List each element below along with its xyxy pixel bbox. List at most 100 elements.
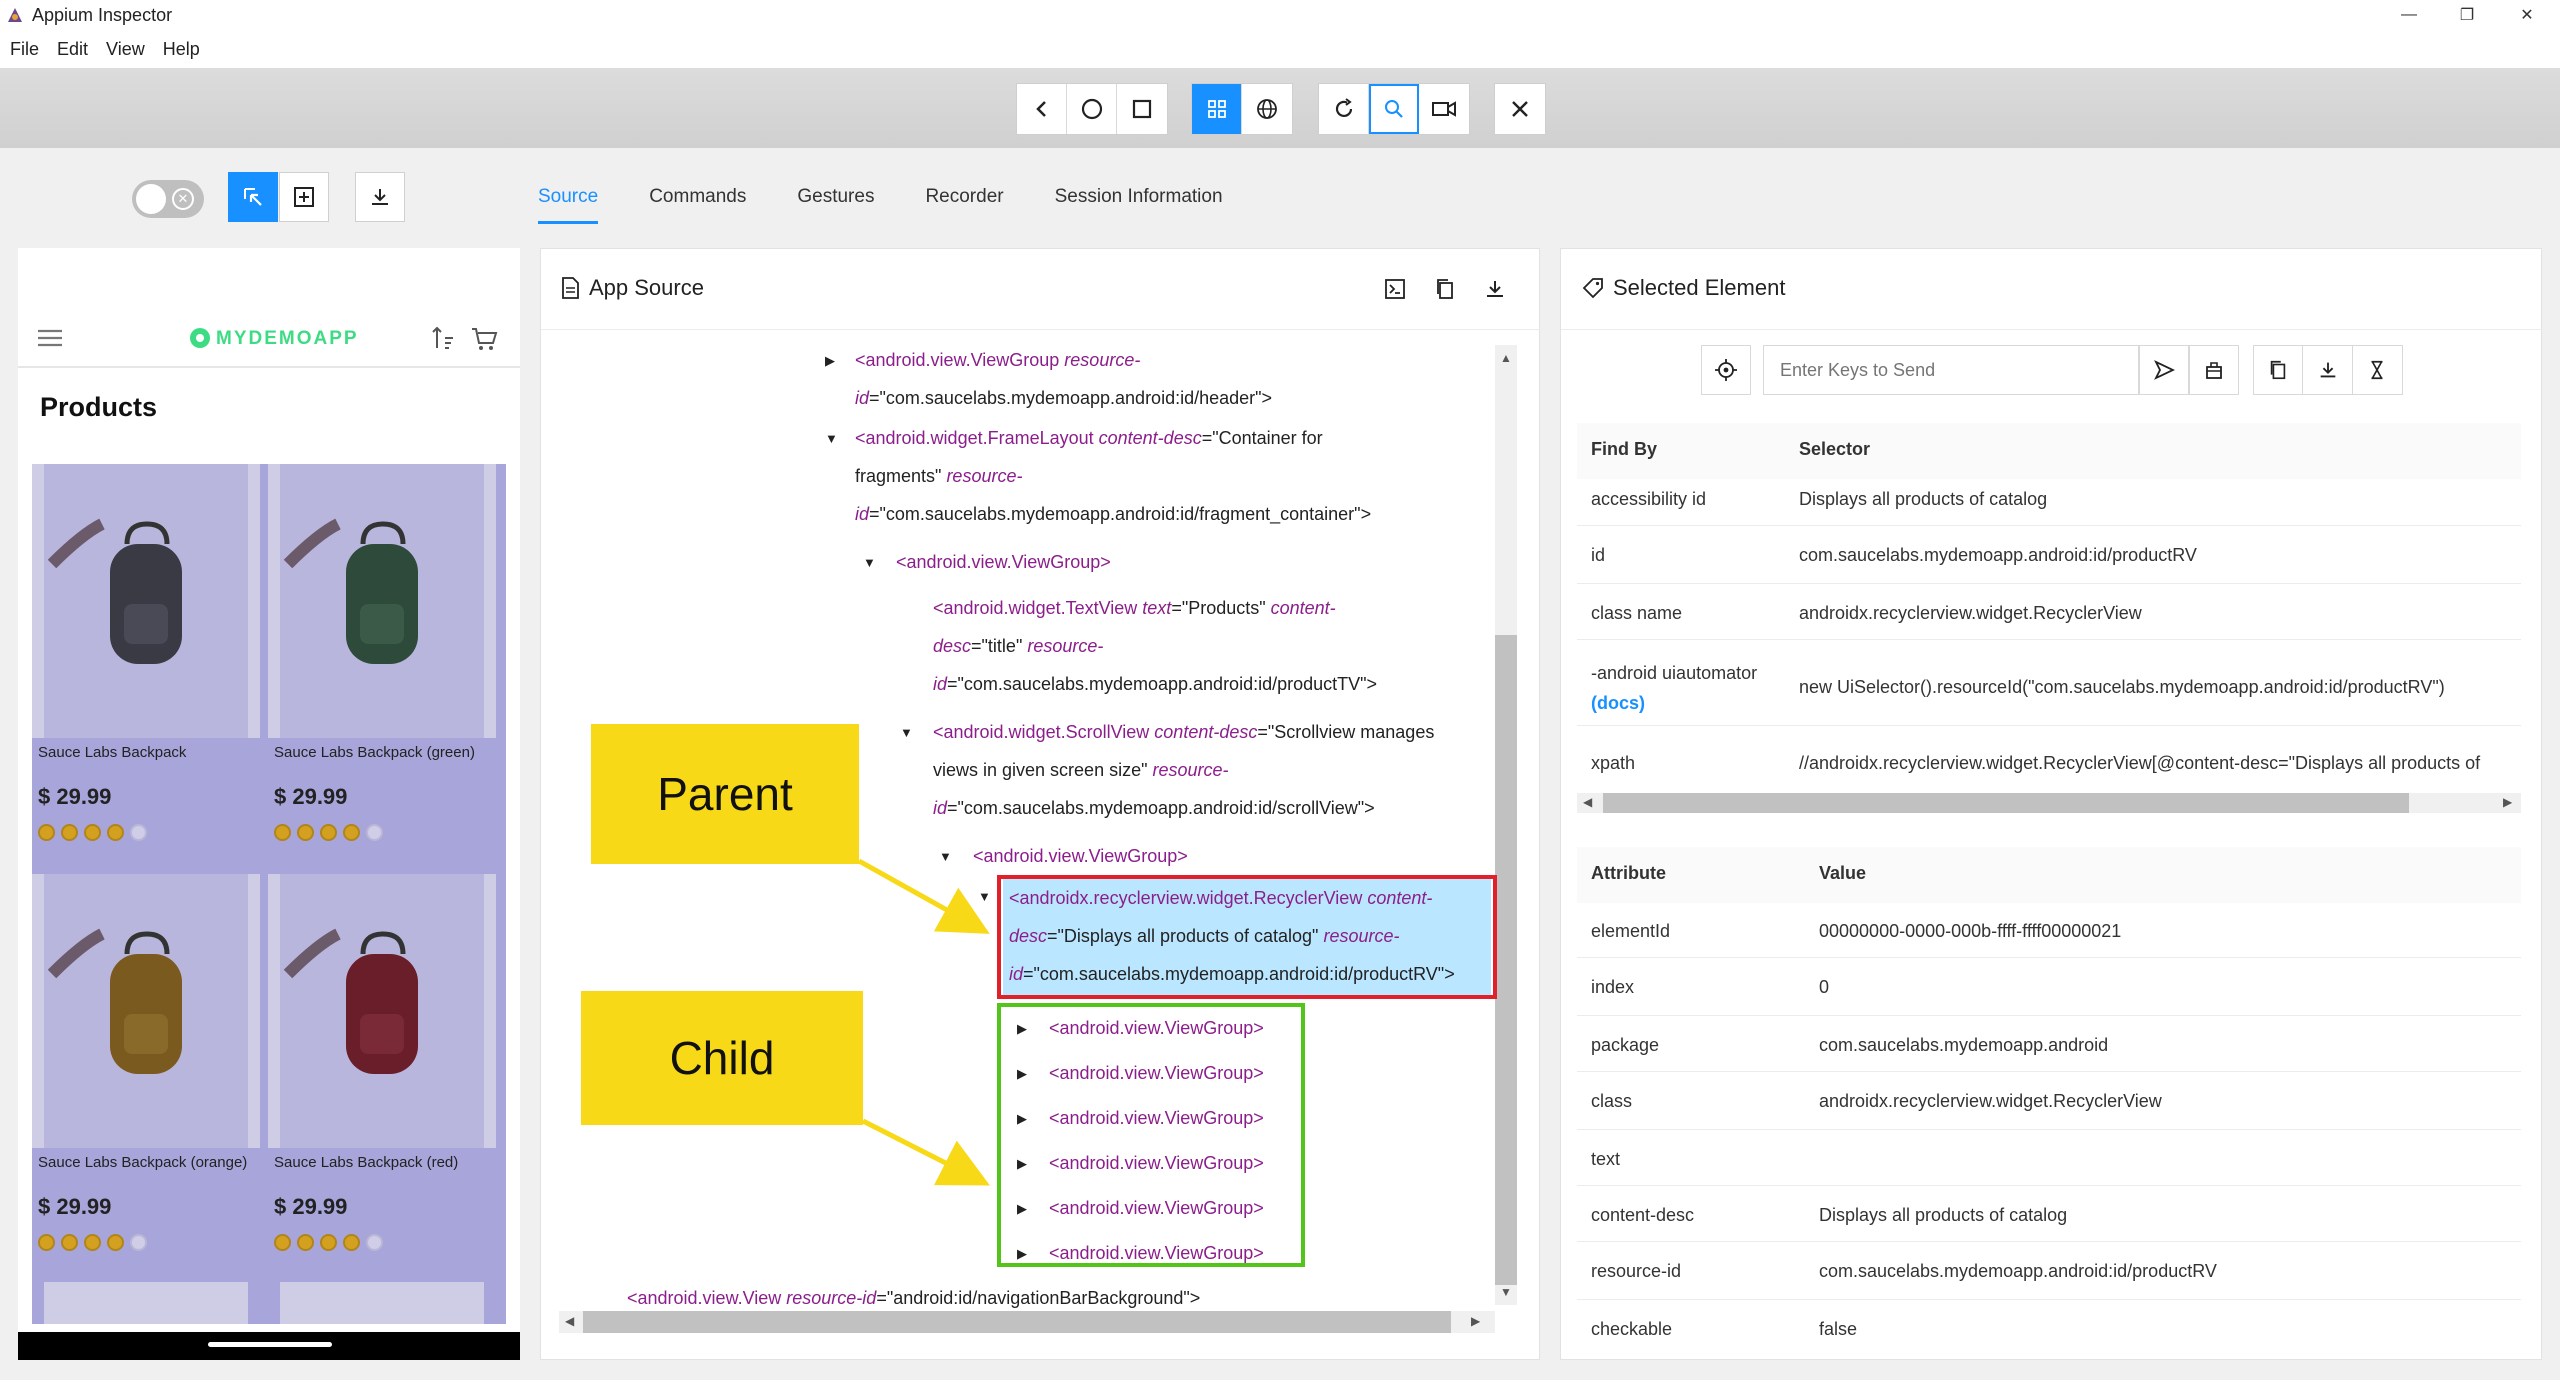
tap-element-button[interactable]	[1701, 345, 1751, 395]
send-keys-input[interactable]	[1763, 345, 2139, 395]
product-rating[interactable]	[274, 824, 389, 841]
selected-element-title: Selected Element	[1613, 275, 1786, 300]
product-card[interactable]: Sauce Labs Backpack (red) $ 29.99	[268, 874, 496, 1274]
menu-view[interactable]: View	[106, 39, 145, 60]
refresh-icon	[1335, 98, 1352, 118]
row-divider	[1577, 1015, 2521, 1016]
maximize-button[interactable]: ❐	[2440, 0, 2494, 30]
refresh-button[interactable]	[1319, 84, 1369, 134]
product-name: Sauce Labs Backpack	[38, 744, 187, 761]
product-grid-highlight[interactable]: Sauce Labs Backpack $ 29.99 Sauce Labs B…	[32, 464, 506, 1324]
record-button[interactable]	[1419, 84, 1469, 134]
android-nav-bar	[18, 1332, 520, 1360]
tab-recorder[interactable]: Recorder	[925, 176, 1003, 226]
timing-button[interactable]	[2353, 346, 2402, 394]
product-card[interactable]: Sauce Labs Backpack (orange) $ 29.99	[32, 874, 260, 1274]
product-card-partial	[44, 1282, 272, 1324]
tab-commands[interactable]: Commands	[649, 176, 746, 226]
sort-icon[interactable]	[430, 324, 456, 352]
send-keys-button[interactable]	[2139, 345, 2189, 395]
find-by-scroll-thumb[interactable]	[1603, 793, 2409, 813]
star-icon[interactable]	[84, 1234, 101, 1251]
product-name: Sauce Labs Backpack (red)	[274, 1154, 459, 1171]
star-icon[interactable]	[343, 824, 360, 841]
product-rating[interactable]	[274, 1234, 389, 1251]
cart-icon[interactable]	[470, 326, 498, 352]
back-button[interactable]	[1017, 84, 1067, 134]
minimize-button[interactable]: —	[2382, 0, 2436, 30]
star-icon[interactable]	[38, 1234, 55, 1251]
native-mode-button[interactable]	[1192, 84, 1242, 134]
find-row-xpath[interactable]: xpath//androidx.recyclerview.widget.Recy…	[1561, 753, 2521, 779]
show-attributes-toggle[interactable]: ✕	[132, 180, 204, 218]
find-by-scrollbar[interactable]: ◀ ▶	[1577, 793, 2521, 813]
download-screenshot-button[interactable]	[355, 172, 405, 222]
star-icon[interactable]	[274, 824, 291, 841]
star-icon[interactable]	[107, 824, 124, 841]
native-mode-icon	[1207, 100, 1226, 118]
star-icon[interactable]	[366, 824, 383, 841]
star-icon[interactable]	[84, 824, 101, 841]
home-button[interactable]	[1067, 84, 1117, 134]
tab-gestures[interactable]: Gestures	[797, 176, 874, 226]
page-title: Products	[40, 392, 158, 422]
product-rating[interactable]	[38, 1234, 153, 1251]
close-window-button[interactable]: ✕	[2500, 0, 2554, 30]
app-source-panel: App Source ▲ ▼ ◀ ▶ ▶ <android.view.ViewG…	[540, 248, 1541, 1360]
context-mode-group	[1191, 83, 1293, 135]
app-switch-icon	[1132, 99, 1152, 119]
device-screenshot[interactable]: MYDEMOAPP Products Sauce Labs Backpack $…	[18, 248, 520, 1360]
star-icon[interactable]	[366, 1234, 383, 1251]
row-divider	[1577, 583, 2521, 584]
tap-coordinates-button[interactable]	[279, 172, 329, 222]
star-icon[interactable]	[38, 824, 55, 841]
hamburger-menu-icon[interactable]	[36, 328, 64, 348]
window-titlebar: Appium Inspector — ❐ ✕	[0, 0, 2560, 30]
product-image	[268, 874, 496, 1148]
home-indicator[interactable]	[208, 1342, 332, 1347]
window-title: Appium Inspector	[32, 4, 173, 25]
menu-help[interactable]: Help	[163, 39, 200, 60]
star-icon[interactable]	[274, 1234, 291, 1251]
toggle-knob	[136, 184, 166, 214]
web-mode-button[interactable]	[1242, 84, 1292, 134]
star-icon[interactable]	[130, 824, 147, 841]
menu-edit[interactable]: Edit	[57, 39, 88, 60]
star-icon[interactable]	[297, 1234, 314, 1251]
product-name: Sauce Labs Backpack (orange)	[38, 1154, 248, 1171]
select-element-button[interactable]	[228, 172, 278, 222]
copy-icon	[2270, 360, 2286, 380]
copy-attributes-button[interactable]	[2254, 346, 2304, 394]
star-icon[interactable]	[343, 1234, 360, 1251]
star-icon[interactable]	[320, 824, 337, 841]
download-element-button[interactable]	[2303, 346, 2353, 394]
star-icon[interactable]	[297, 824, 314, 841]
clear-button[interactable]	[2189, 345, 2239, 395]
tab-session-information[interactable]: Session Information	[1055, 176, 1223, 226]
back-icon	[1035, 101, 1046, 117]
product-image	[280, 1282, 484, 1324]
product-card[interactable]: Sauce Labs Backpack $ 29.99	[32, 464, 260, 864]
docs-link[interactable]: (docs)	[1591, 693, 1645, 714]
star-icon[interactable]	[61, 1234, 78, 1251]
row-divider	[1577, 525, 2521, 526]
tab-source[interactable]: Source	[538, 176, 599, 224]
menu-bar: File Edit View Help	[0, 30, 2560, 68]
scroll-right-icon[interactable]: ▶	[2503, 795, 2512, 809]
quit-session-button[interactable]	[1495, 84, 1545, 134]
star-icon[interactable]	[107, 1234, 124, 1251]
menu-file[interactable]: File	[10, 39, 39, 60]
product-price: $ 29.99	[38, 784, 112, 809]
scroll-left-icon[interactable]: ◀	[1583, 795, 1592, 809]
find-by-header: Find By Selector	[1577, 423, 2521, 479]
product-rating[interactable]	[38, 824, 153, 841]
product-card[interactable]: Sauce Labs Backpack (green) $ 29.99	[268, 464, 496, 864]
app-switch-button[interactable]	[1117, 84, 1167, 134]
star-icon[interactable]	[61, 824, 78, 841]
star-icon[interactable]	[130, 1234, 147, 1251]
star-icon[interactable]	[320, 1234, 337, 1251]
search-element-button[interactable]	[1369, 84, 1419, 134]
hourglass-icon	[2371, 360, 2383, 380]
selected-element-panel: Selected Element Find By Selector access…	[1560, 248, 2543, 1360]
actions-group	[1318, 83, 1470, 135]
